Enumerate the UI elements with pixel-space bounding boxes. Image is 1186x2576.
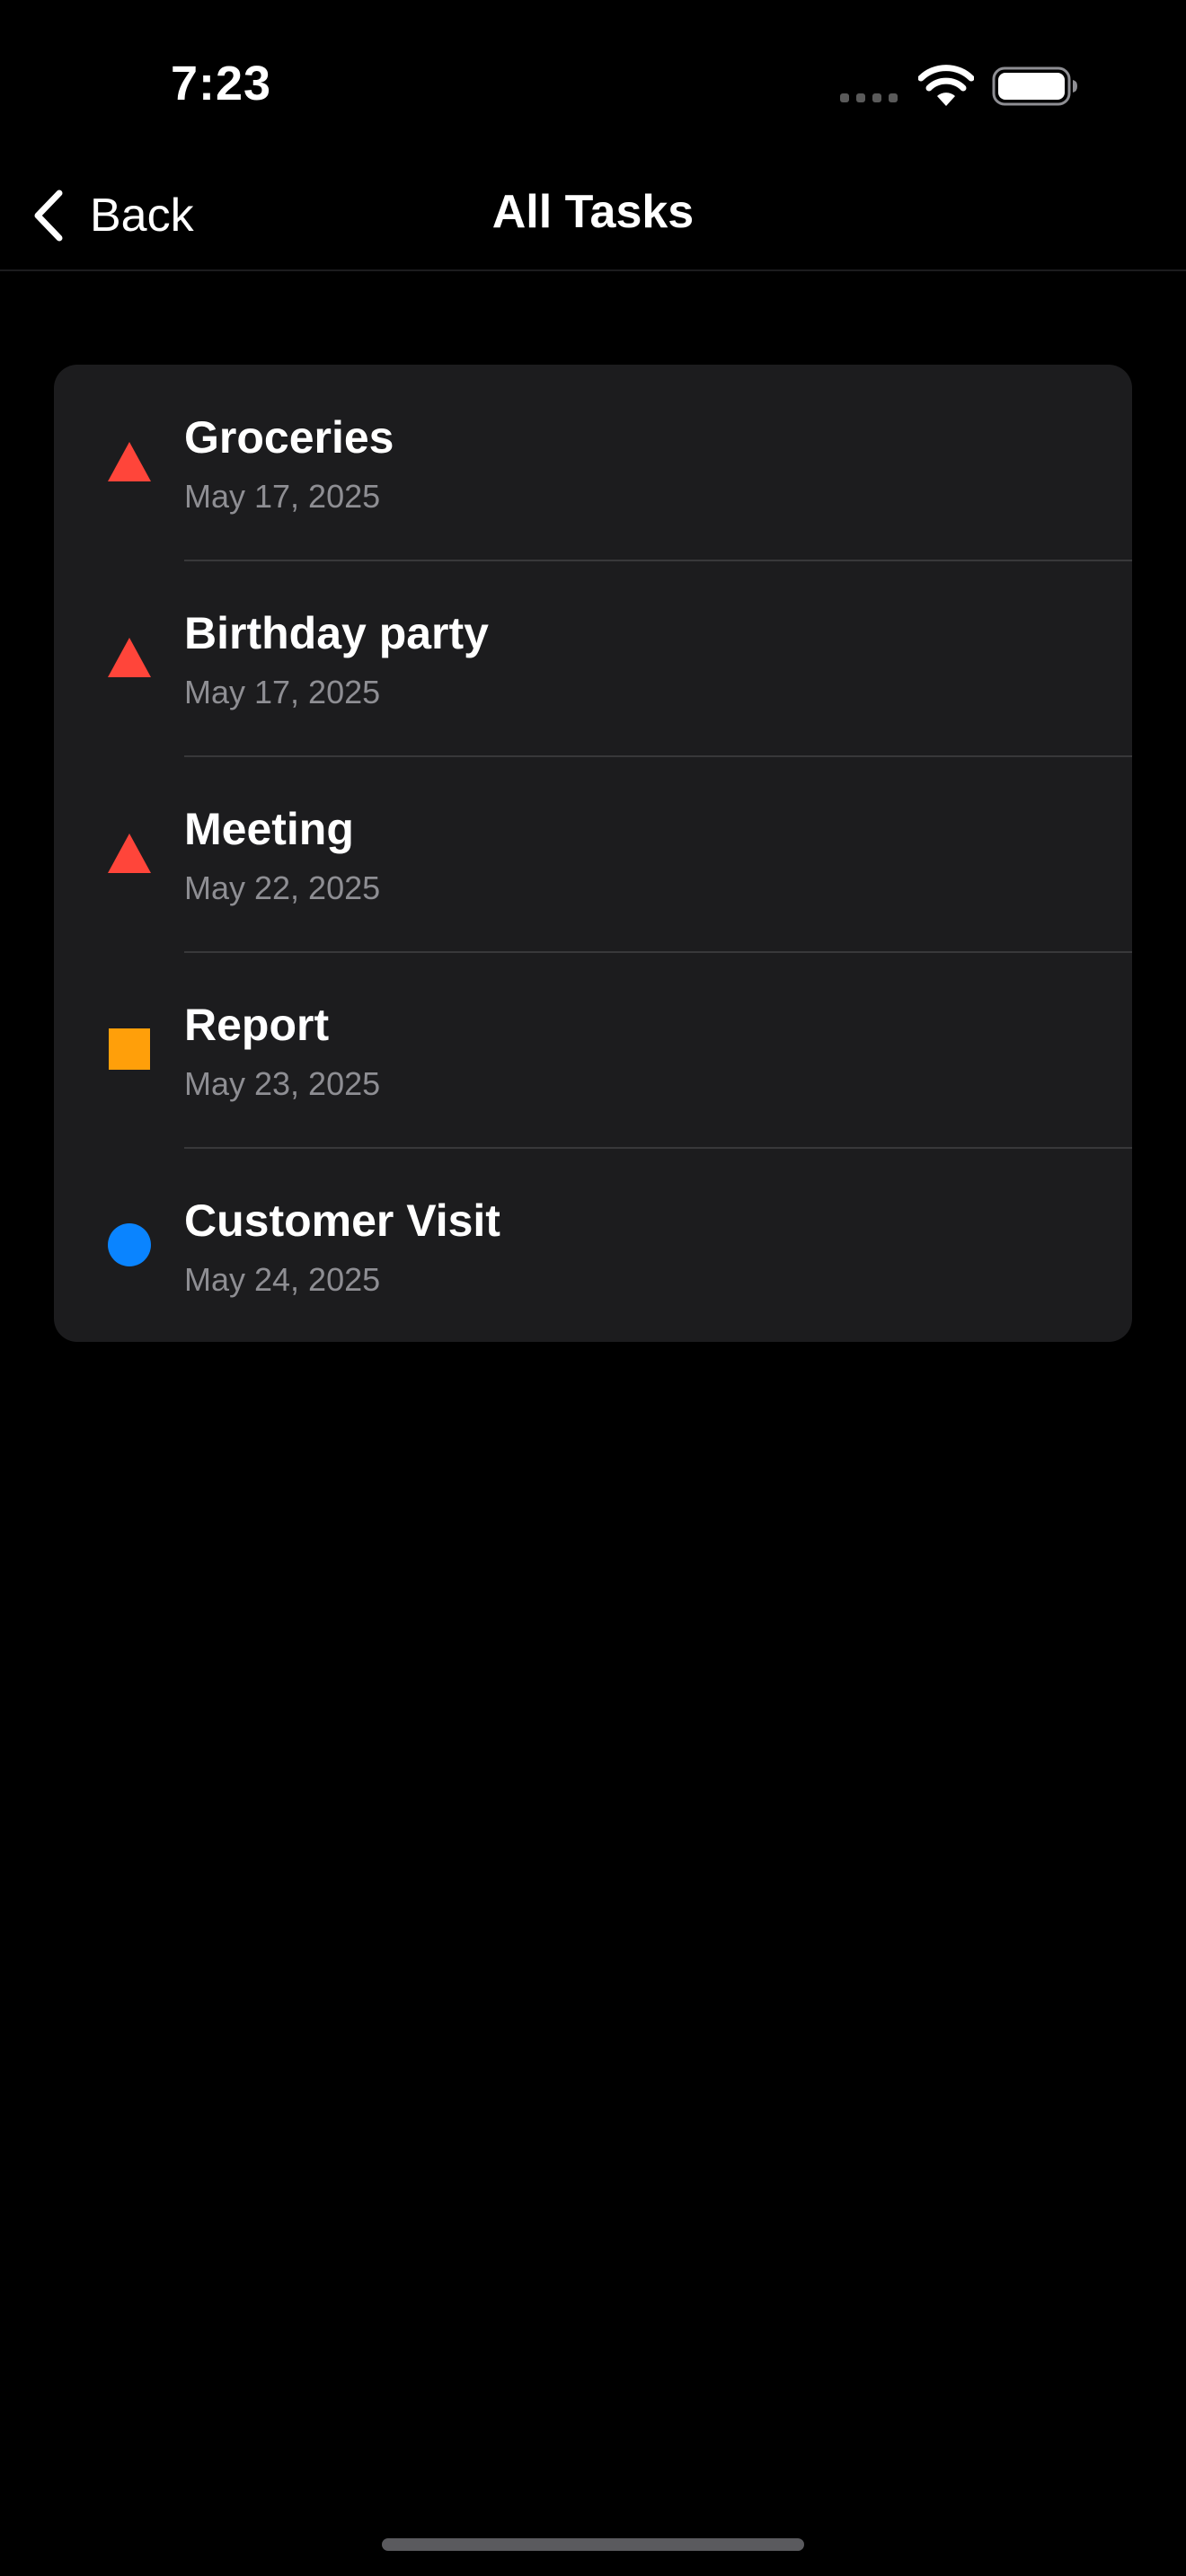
navigation-bar: All Tasks Back [0, 162, 1186, 271]
status-bar: 7:23 [0, 0, 1186, 162]
triangle-icon [108, 442, 151, 481]
task-title: Customer Visit [184, 1195, 500, 1246]
task-title: Meeting [184, 804, 354, 854]
task-row[interactable]: Report May 23, 2025 [54, 951, 1132, 1148]
task-row[interactable]: Groceries May 17, 2025 [54, 365, 1132, 560]
task-date: May 23, 2025 [184, 1065, 381, 1102]
task-title: Birthday party [184, 608, 489, 658]
task-date: May 22, 2025 [184, 869, 381, 906]
task-date: May 24, 2025 [184, 1261, 381, 1298]
triangle-icon [108, 834, 151, 873]
task-title: Groceries [184, 412, 394, 463]
task-date: May 17, 2025 [184, 674, 381, 710]
task-row[interactable]: Customer Visit May 24, 2025 [54, 1147, 1132, 1342]
status-time: 7:23 [171, 57, 272, 110]
task-row[interactable]: Meeting May 22, 2025 [54, 755, 1132, 952]
triangle-icon [108, 638, 151, 677]
back-label: Back [90, 190, 194, 242]
task-title: Report [184, 1000, 330, 1050]
home-indicator[interactable] [382, 2538, 804, 2551]
chevron-left-icon [34, 190, 63, 242]
back-button[interactable]: Back [29, 181, 194, 250]
circle-icon [108, 1223, 151, 1266]
task-date: May 17, 2025 [184, 478, 381, 515]
square-icon [109, 1028, 150, 1070]
signal-dots-icon [840, 93, 898, 102]
battery-icon [992, 66, 1077, 106]
wifi-icon [918, 65, 974, 106]
task-list: Groceries May 17, 2025 Birthday party Ma… [54, 365, 1132, 1342]
task-row[interactable]: Birthday party May 17, 2025 [54, 560, 1132, 756]
